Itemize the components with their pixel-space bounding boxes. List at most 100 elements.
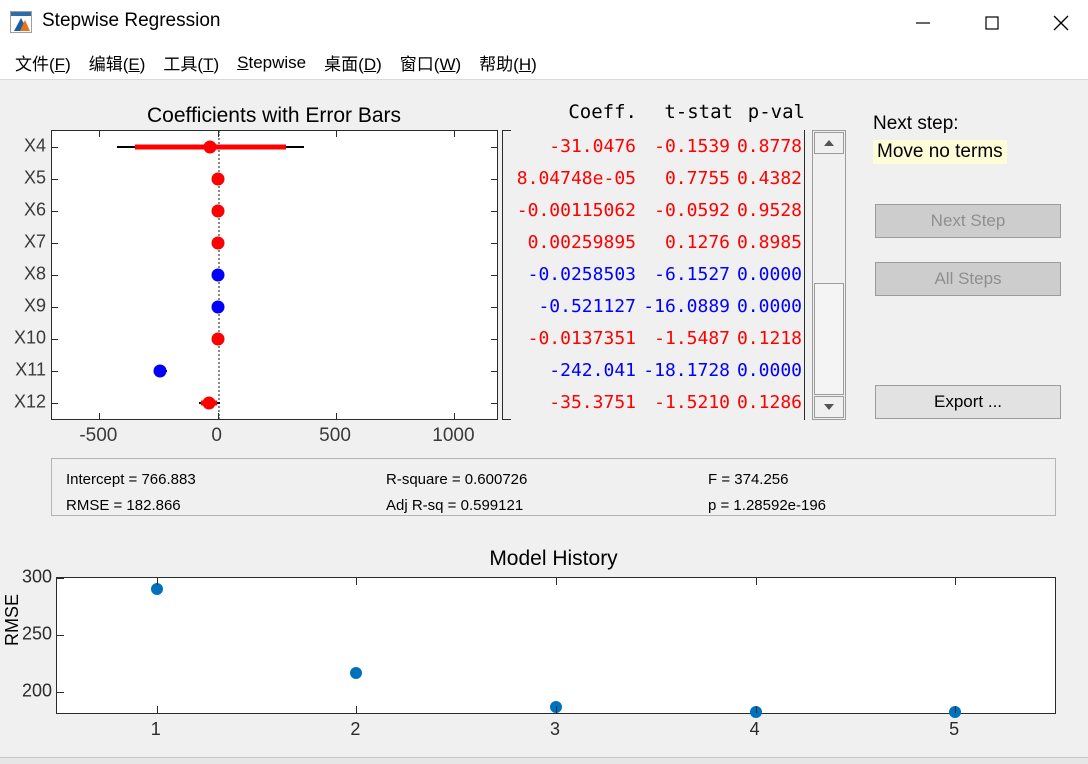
chevron-up-icon	[824, 140, 834, 146]
coefficients-y-label-X10: X10	[13, 327, 46, 348]
table-row[interactable]: -0.0137351 -1.5487 0.1218	[503, 323, 804, 354]
model-history-point-1[interactable]	[150, 583, 163, 596]
y-tick-right-X9	[491, 307, 497, 308]
scrollbar-thumb[interactable]	[814, 283, 844, 395]
stat-f: F = 374.256	[708, 471, 789, 488]
table-row[interactable]: -0.0258503 -6.1527 0.0000	[503, 259, 804, 290]
export-button[interactable]: Export ...	[875, 385, 1061, 419]
menu-item-stepwise[interactable]: Stepwise	[228, 51, 315, 75]
window-title: Stepwise Regression	[42, 10, 221, 31]
coefficient-marker-X7[interactable]	[211, 236, 225, 250]
y-tick-right-X11	[491, 371, 497, 372]
model-history-x-tick-4	[755, 706, 757, 713]
coefficients-plot-axes[interactable]	[51, 130, 498, 420]
coefficients-y-label-X11: X11	[15, 359, 46, 380]
x-tick-0	[217, 413, 219, 419]
y-tick-X11	[52, 371, 58, 372]
next-step-button[interactable]: Next Step	[875, 204, 1061, 238]
model-history-x-label-5: 5	[949, 719, 960, 739]
x-tick-top-1000	[454, 131, 456, 137]
menu-item-edit[interactable]: 编辑(E)	[80, 48, 155, 77]
cell-pval-X4: 0.8778	[736, 135, 802, 157]
model-history-y-tick-200	[57, 692, 64, 694]
table-header-tstat: t-stat	[664, 101, 733, 123]
model-history-x-tick-top-1	[156, 578, 158, 585]
stat-rsquare: R-square = 0.600726	[386, 471, 528, 488]
scroll-up-button[interactable]	[814, 132, 844, 154]
y-tick-right-X6	[491, 211, 497, 212]
model-history-axes[interactable]	[56, 577, 1056, 718]
table-row[interactable]: 8.04748e-05 0.7755 0.4382	[503, 163, 804, 194]
table-row[interactable]: -31.0476 -0.1539 0.8778	[503, 131, 804, 162]
table-row[interactable]: -35.3751 -1.5210 0.1286	[503, 387, 804, 418]
y-tick-X4	[52, 147, 58, 148]
table-header-pval: p-val	[747, 101, 805, 123]
coefficients-table[interactable]: -31.0476 -0.1539 0.8778 8.04748e-05 0.7755 0.…	[502, 130, 805, 420]
cell-tstat-X4: -0.1539	[654, 135, 730, 157]
coefficients-x-label-500: 500	[319, 425, 351, 446]
model-history-x-label-3: 3	[549, 719, 561, 739]
title-bar: Stepwise Regression	[0, 0, 1088, 46]
maximize-button[interactable]	[969, 0, 1015, 46]
scroll-down-button[interactable]	[814, 396, 844, 418]
close-icon	[1053, 15, 1069, 31]
stat-adj-rsq: Adj R-sq = 0.599121	[386, 497, 524, 514]
y-tick-X7	[52, 243, 58, 244]
menu-bar: 文件(F) 编辑(E) 工具(T) Stepwise 桌面(D) 窗口(W) 帮…	[0, 46, 1088, 80]
chevron-down-icon	[824, 404, 834, 410]
menu-item-window[interactable]: 窗口(W)	[391, 48, 470, 77]
menu-item-tools[interactable]: 工具(T)	[154, 48, 228, 77]
cell-tstat-X9: -16.0889	[643, 295, 730, 317]
table-row[interactable]: -0.521127 -16.0889 0.0000	[503, 291, 804, 322]
y-tick-X10	[52, 339, 58, 340]
coefficient-marker-X10[interactable]	[211, 332, 225, 346]
y-tick-right-X4	[491, 147, 497, 148]
table-row[interactable]: -0.00115062 -0.0592 0.9528	[503, 195, 804, 226]
maximize-icon	[985, 16, 999, 30]
coefficient-marker-X5[interactable]	[211, 172, 225, 186]
stat-p: p = 1.28592e-196	[708, 497, 827, 514]
model-history-x-label-4: 4	[749, 719, 760, 739]
model-history-x-tick-2	[356, 706, 358, 713]
coefficient-marker-X4[interactable]	[203, 140, 217, 154]
minimize-button[interactable]	[900, 0, 946, 46]
table-edge-bottom	[503, 419, 511, 420]
model-history-x-tick-top-3	[556, 578, 557, 585]
y-tick-right-X10	[491, 339, 497, 340]
cell-tstat-X10: -1.5487	[654, 327, 730, 349]
cell-coeff-X8: -0.0258503	[527, 263, 636, 285]
model-history-x-tick-top-2	[356, 578, 358, 585]
table-row[interactable]: 0.00259895 0.1276 0.8985	[503, 227, 804, 258]
coefficient-marker-X11[interactable]	[153, 364, 167, 378]
coefficient-marker-X8[interactable]	[211, 268, 225, 282]
all-steps-button[interactable]: All Steps	[875, 262, 1061, 296]
coefficients-x-label-1000: 1000	[432, 425, 475, 446]
model-history-point-2[interactable]	[350, 666, 363, 679]
menu-item-file[interactable]: 文件(F)	[6, 48, 80, 77]
model-history-x-tick-top-4	[755, 578, 757, 585]
x-tick-1000	[454, 413, 456, 419]
table-scrollbar[interactable]	[812, 130, 846, 420]
cell-coeff-X4: -31.0476	[549, 135, 636, 157]
cell-pval-X11: 0.0000	[736, 359, 802, 381]
coefficients-y-label-X4: X4	[23, 135, 46, 156]
close-button[interactable]	[1038, 0, 1084, 46]
table-row[interactable]: -242.041 -18.1728 0.0000	[503, 355, 804, 386]
y-tick-X5	[52, 179, 58, 180]
cell-coeff-X10: -0.0137351	[527, 327, 636, 349]
coefficients-y-label-X6: X6	[23, 199, 46, 220]
menu-item-desktop[interactable]: 桌面(D)	[315, 48, 391, 77]
coefficient-marker-X12[interactable]	[202, 396, 216, 410]
cell-pval-X10: 0.1218	[736, 327, 802, 349]
y-tick-right-X8	[491, 275, 497, 276]
coefficients-plot-title: Coefficients with Error Bars	[146, 104, 402, 127]
stat-rmse: RMSE = 182.866	[66, 497, 181, 514]
cell-coeff-X12: -35.3751	[549, 391, 636, 413]
x-tick-top-500	[336, 131, 338, 137]
model-history-y-tick-300	[57, 578, 64, 579]
menu-item-help[interactable]: 帮助(H)	[470, 48, 546, 77]
coefficients-x-label--500: -500	[79, 425, 118, 446]
coefficient-marker-X9[interactable]	[211, 300, 225, 314]
coefficient-marker-X6[interactable]	[211, 204, 225, 218]
model-history-x-tick-1	[156, 706, 158, 713]
